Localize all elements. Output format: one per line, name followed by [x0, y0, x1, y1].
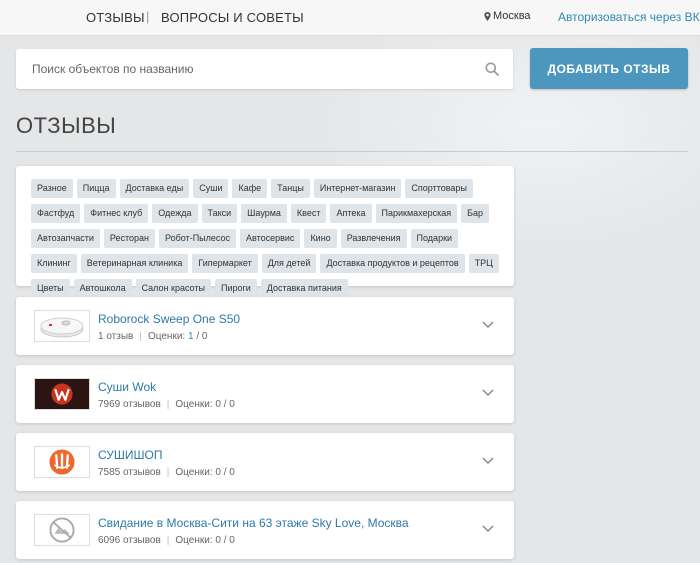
listing-meta: 7969 отзывов | Оценки: 0 / 0 [98, 399, 235, 410]
rating-total: / 0 [223, 535, 235, 546]
category-tag[interactable]: Фитнес клуб [84, 204, 149, 223]
listing-card[interactable]: Суши Wok 7969 отзывов | Оценки: 0 / 0 [16, 365, 514, 423]
rating: Оценки: 0 / 0 [175, 535, 234, 546]
category-tag[interactable]: Гипермаркет [192, 254, 258, 273]
city-selector[interactable]: Москва [484, 10, 531, 22]
rating-label: Оценки: [175, 535, 213, 546]
listing-title[interactable]: Roborock Sweep One S50 [98, 312, 240, 326]
category-tag[interactable]: Бар [461, 204, 490, 223]
review-count: 6096 отзывов [98, 535, 161, 546]
meta-separator: | [166, 399, 170, 410]
category-tag[interactable]: Танцы [271, 179, 310, 198]
category-tag[interactable]: Автосервис [240, 229, 301, 248]
category-tag[interactable]: Цветы [31, 279, 70, 298]
category-tag[interactable]: Аптека [330, 204, 372, 223]
listing-meta: 1 отзыв | Оценки: 1 / 0 [98, 331, 207, 342]
listing-thumbnail [34, 378, 90, 410]
rating-label: Оценки: [175, 467, 213, 478]
category-tag[interactable]: Разное [31, 179, 73, 198]
category-tag[interactable]: Такси [201, 204, 238, 223]
chevron-down-icon[interactable] [482, 525, 494, 533]
search-icon[interactable] [485, 62, 499, 76]
category-tag[interactable]: Ветеринарная клиника [80, 254, 189, 273]
rating: Оценки: 1 / 0 [148, 331, 207, 342]
meta-separator: | [139, 331, 142, 342]
nav-questions-link[interactable]: ВОПРОСЫ И СОВЕТЫ [161, 10, 304, 25]
location-pin-icon [484, 11, 491, 21]
city-label: Москва [493, 10, 531, 22]
category-tag[interactable]: Интернет-магазин [313, 179, 402, 198]
category-tag[interactable]: ТРЦ [468, 254, 499, 273]
rating-total: / 0 [223, 399, 235, 410]
listing-card[interactable]: СУШИШОП 7585 отзывов | Оценки: 0 / 0 [16, 433, 514, 491]
review-count: 1 отзыв [98, 331, 134, 342]
rating-value: 1 [187, 331, 194, 342]
listing-meta: 7585 отзывов | Оценки: 0 / 0 [98, 467, 235, 478]
listing-thumbnail [34, 514, 90, 546]
search-input[interactable] [16, 49, 476, 89]
listing-title[interactable]: СУШИШОП [98, 448, 162, 462]
chevron-down-icon[interactable] [482, 457, 494, 465]
category-tag[interactable]: Подарки [410, 229, 459, 248]
category-tag[interactable]: Суши [193, 179, 229, 198]
category-tag[interactable]: Ресторан [103, 229, 155, 248]
nav-separator: | [146, 9, 150, 24]
listing-title[interactable]: Суши Wok [98, 380, 156, 394]
top-bar: ОТЗЫВЫ | ВОПРОСЫ И СОВЕТЫ Москва Авториз… [0, 0, 700, 36]
categories-card: Разное Пицца Доставка еды Суши Кафе Танцы Инте… [16, 166, 514, 298]
category-tag[interactable]: Кафе [232, 179, 268, 198]
review-count: 7969 отзывов [98, 399, 161, 410]
listing-meta: 6096 отзывов | Оценки: 0 / 0 [98, 535, 235, 546]
sushishop-logo [49, 449, 75, 475]
category-tag[interactable]: Для детей [261, 254, 317, 273]
search-box [16, 49, 513, 89]
category-tag[interactable]: Шаурма [241, 204, 287, 223]
auth-vk-link[interactable]: Авторизоваться через ВК [558, 10, 700, 24]
nav-reviews-link[interactable]: ОТЗЫВЫ [86, 10, 145, 25]
listing-card[interactable]: Свидание в Москва-Сити на 63 этаже Sky L… [16, 501, 514, 559]
meta-separator: | [166, 535, 170, 546]
rating-value: 0 [215, 535, 221, 546]
no-image-icon [49, 517, 75, 543]
category-tag[interactable]: Спорттовары [405, 179, 473, 198]
rating-total: / 0 [196, 331, 208, 342]
listing-card[interactable]: Roborock Sweep One S50 1 отзыв | Оценки:… [16, 297, 514, 355]
rating-label: Оценки: [175, 399, 213, 410]
category-tag[interactable]: Кино [304, 229, 337, 248]
robot-vacuum-icon [40, 317, 84, 338]
category-tag[interactable]: Робот-Пылесос [159, 229, 236, 248]
category-tag[interactable]: Автозапчасти [31, 229, 100, 248]
category-tag[interactable]: Одежда [152, 204, 198, 223]
category-tag[interactable]: Развлечения [340, 229, 407, 248]
divider [16, 151, 688, 152]
sushi-wok-logo [35, 379, 89, 409]
rating-total: / 0 [223, 467, 235, 478]
chevron-down-icon[interactable] [482, 389, 494, 397]
rating: Оценки: 0 / 0 [175, 467, 234, 478]
category-tag[interactable]: Автошкола [73, 279, 132, 298]
category-tags: Разное Пицца Доставка еды Суши Кафе Танцы Инте… [31, 179, 500, 298]
add-review-button[interactable]: ДОБАВИТЬ ОТЗЫВ [530, 48, 688, 89]
page-title: ОТЗЫВЫ [16, 113, 117, 138]
listing-thumbnail [34, 446, 90, 478]
category-tag[interactable]: Пицца [76, 179, 116, 198]
rating: Оценки: 0 / 0 [175, 399, 234, 410]
category-tag[interactable]: Парикмахерская [375, 204, 458, 223]
category-tag[interactable]: Доставка продуктов и рецептов [320, 254, 465, 273]
listing-title[interactable]: Свидание в Москва-Сити на 63 этаже Sky L… [98, 516, 409, 530]
rating-value: 0 [215, 467, 221, 478]
meta-separator: | [166, 467, 170, 478]
rating-label: Оценки: [147, 331, 186, 342]
review-count: 7585 отзывов [98, 467, 161, 478]
category-tag[interactable]: Доставка еды [119, 179, 190, 198]
chevron-down-icon[interactable] [482, 321, 494, 329]
rating-value: 0 [215, 399, 221, 410]
category-tag[interactable]: Квест [290, 204, 327, 223]
category-tag[interactable]: Салон красоты [135, 279, 211, 298]
listing-thumbnail [34, 310, 90, 342]
category-tag[interactable]: Фастфуд [31, 204, 81, 223]
category-tag[interactable]: Пироги [214, 279, 257, 298]
category-tag[interactable]: Клининг [31, 254, 77, 273]
category-tag[interactable]: Доставка питания [260, 279, 348, 298]
